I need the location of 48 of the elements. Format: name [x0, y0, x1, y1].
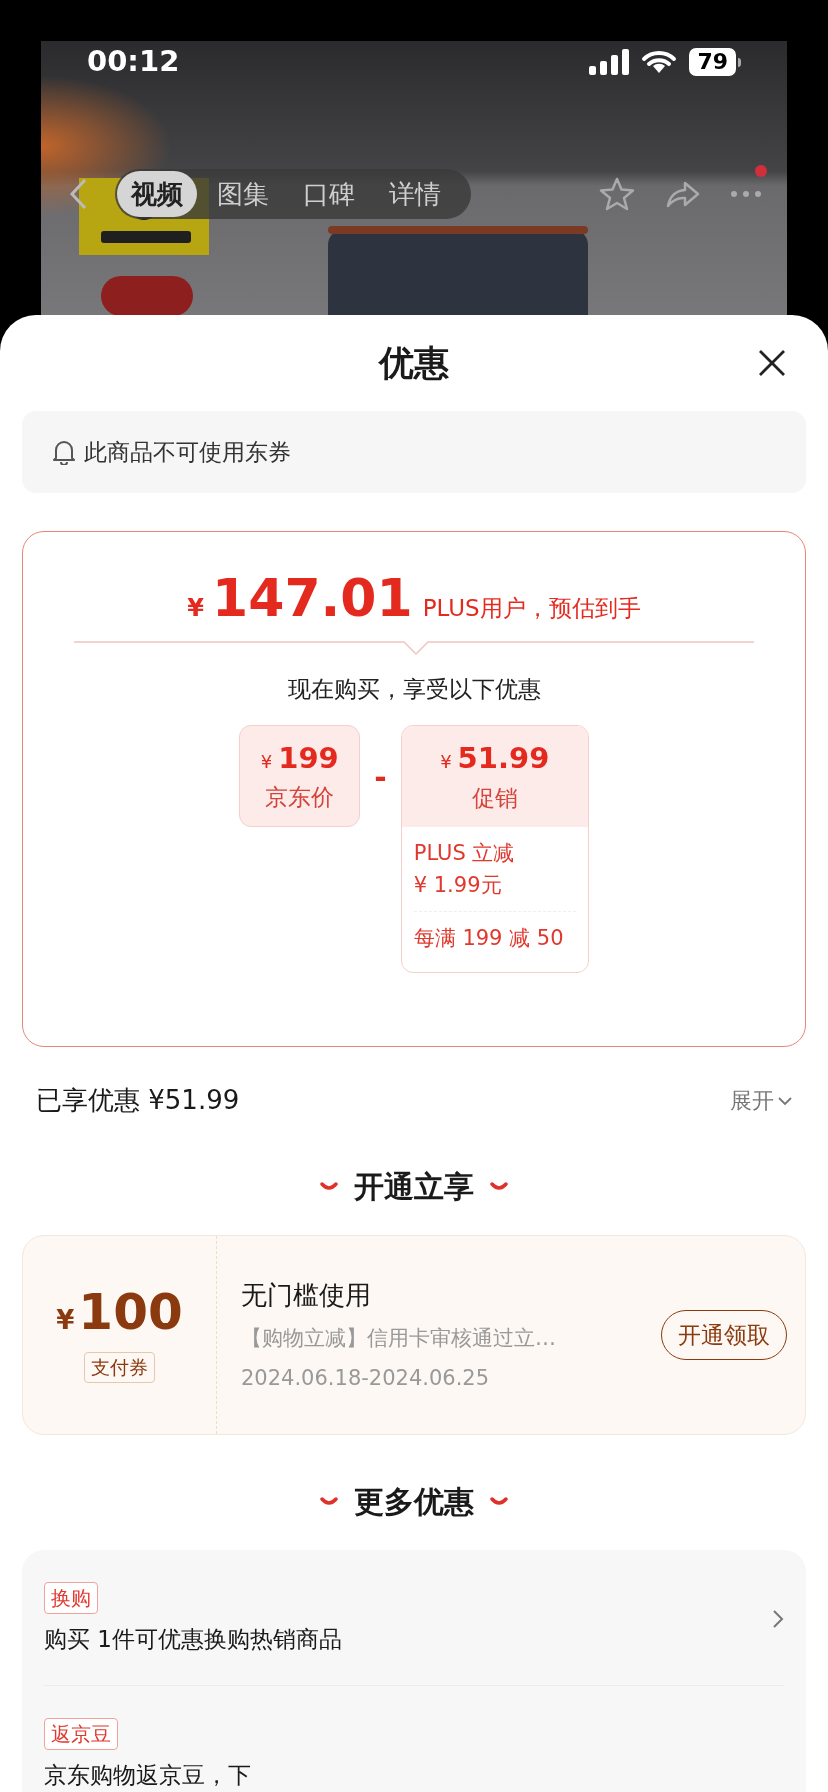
- discount-label: 促销: [471, 783, 518, 813]
- estimated-price: 147.01: [212, 572, 413, 624]
- list-price: 199: [278, 739, 339, 777]
- sheet-title: 优惠: [379, 341, 449, 385]
- discount-detail: PLUS 立减 ¥ 1.99元: [413, 839, 516, 899]
- signal-icon: [589, 49, 630, 75]
- section-title: 更多优惠: [354, 1483, 474, 1521]
- claim-button[interactable]: 开通领取: [661, 1310, 787, 1360]
- close-icon[interactable]: [758, 349, 786, 377]
- nav-tab[interactable]: 视频: [117, 171, 197, 217]
- chevron-right-icon[interactable]: [772, 1609, 784, 1630]
- section-title: 开通立享: [354, 1168, 474, 1206]
- expand-toggle[interactable]: 展开: [730, 1084, 792, 1117]
- list-price-label: 京东价: [265, 783, 335, 812]
- star-icon[interactable]: [599, 177, 635, 211]
- nav-tab[interactable]: 图集: [203, 171, 283, 217]
- coupon-title: 无门槛使用: [241, 1279, 372, 1312]
- minus-sign: -: [374, 758, 387, 797]
- currency-sign: ¥: [56, 1304, 75, 1338]
- offer-text: 京东购物返京豆，下: [44, 1760, 251, 1790]
- offer-tag: 换购: [44, 1582, 98, 1614]
- arc-icon: [320, 1181, 338, 1192]
- discount-detail: 每满 199 减 50: [413, 924, 565, 952]
- offer-tag: 返京豆: [44, 1717, 118, 1750]
- status-time: 00:12: [87, 43, 180, 81]
- nav-tab[interactable]: 详情: [375, 171, 455, 217]
- nav-tab[interactable]: 口碑: [289, 171, 369, 217]
- price-caption: PLUS用户，预估到手: [422, 594, 641, 623]
- chevron-down-icon: [778, 1095, 792, 1106]
- coupon-amount: 100: [78, 1287, 183, 1338]
- offer-text: 购买 1件可优惠换购热销商品: [44, 1625, 342, 1654]
- wifi-icon: [641, 49, 678, 75]
- coupon-tag: 支付券: [84, 1352, 155, 1383]
- share-icon[interactable]: [665, 179, 701, 209]
- saved-amount: 已享优惠 ¥51.99: [36, 1084, 240, 1117]
- currency-sign: ¥: [440, 750, 452, 774]
- coupon-validity: 2024.06.18-2024.06.25: [241, 1364, 491, 1392]
- discount-amount: 51.99: [457, 740, 550, 777]
- back-icon[interactable]: [67, 177, 89, 211]
- arc-icon: [320, 1496, 338, 1507]
- arc-icon: [490, 1181, 508, 1192]
- arc-icon: [490, 1496, 508, 1507]
- currency-sign: ¥: [187, 593, 204, 624]
- offer-subtitle: 现在购买，享受以下优惠: [287, 675, 541, 704]
- bell-icon: [52, 439, 76, 465]
- currency-sign: ¥: [260, 749, 273, 774]
- notice-text: 此商品不可使用东券: [84, 437, 291, 467]
- coupon-description: 【购物立减】信用卡审核通过立…: [241, 1325, 557, 1352]
